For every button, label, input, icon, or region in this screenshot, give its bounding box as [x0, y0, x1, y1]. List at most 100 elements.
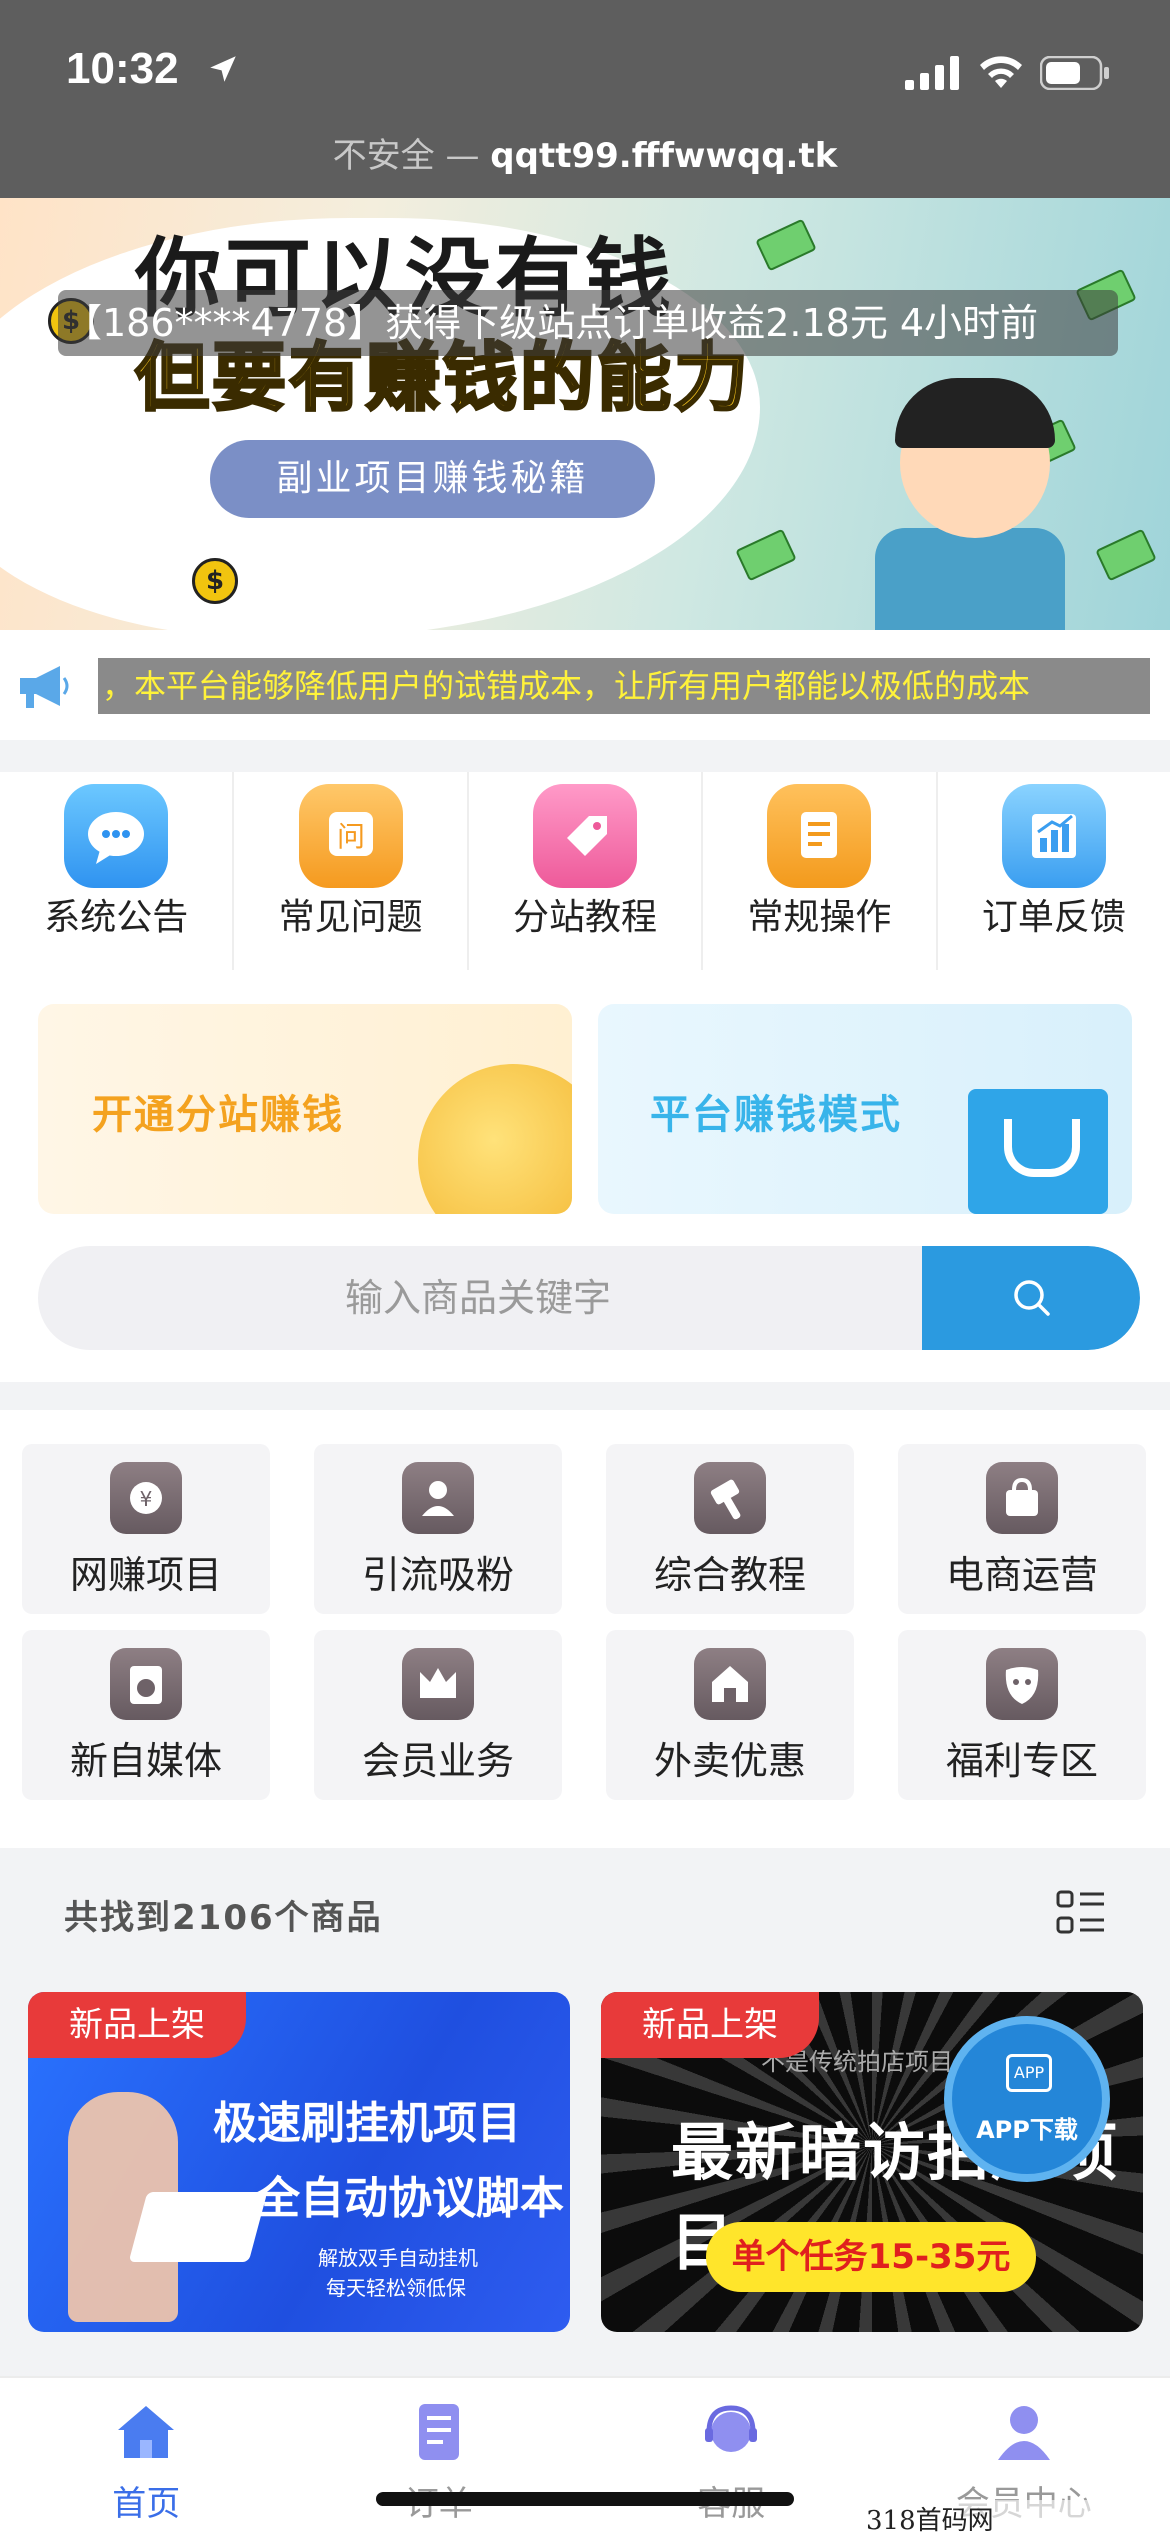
promo-section: 开通分站赚钱 平台赚钱模式 — [0, 970, 1170, 1382]
earning-model-label: 平台赚钱模式 — [650, 1092, 902, 1138]
search-input[interactable] — [38, 1246, 918, 1350]
search-bar — [38, 1246, 1140, 1350]
shopping-bag-icon — [968, 1089, 1108, 1214]
money-bill-icon — [735, 528, 797, 582]
new-product-badge: 新品上架 — [28, 1992, 246, 2058]
quick-nav-operations[interactable]: 常规操作 — [703, 772, 938, 972]
chart-icon — [1001, 784, 1106, 888]
category-label: 电商运营 — [945, 1553, 1098, 1597]
status-and-url-bar: 10:32 不安全 — qqtt99.fffwwqq.tk — [0, 0, 1170, 198]
category-item[interactable]: 福利专区 — [898, 1630, 1146, 1800]
quick-nav-system-notice[interactable]: 系统公告 — [0, 772, 235, 972]
quick-nav-label: 订单反馈 — [981, 897, 1126, 938]
category-item[interactable]: 综合教程 — [606, 1444, 854, 1614]
money-bill-icon — [1095, 528, 1157, 582]
address-bar[interactable]: 不安全 — qqtt99.fffwwqq.tk — [0, 128, 1170, 177]
status-time: 10:32 — [66, 44, 179, 93]
category-item[interactable]: ¥ 网赚项目 — [22, 1444, 270, 1614]
products-header: 共找到2106个商品 — [0, 1850, 1170, 1970]
product-subtitle-line2: 每天轻松领低保 — [326, 2276, 466, 2300]
quick-nav-label: 常见问题 — [278, 897, 423, 938]
category-item[interactable]: 外卖优惠 — [606, 1630, 854, 1800]
gold-coin-icon — [418, 1064, 572, 1214]
product-price-pill: 单个任务15-35元 — [706, 2222, 1036, 2292]
category-label: 网赚项目 — [69, 1553, 222, 1597]
chat-bubble-icon — [64, 784, 169, 888]
battery-icon — [1040, 56, 1109, 90]
illustration-hair — [895, 378, 1055, 448]
new-product-badge: 新品上架 — [601, 1992, 819, 2058]
tab-home[interactable]: 首页 — [0, 2378, 293, 2532]
app-download-button[interactable]: APP APP下载 — [944, 2016, 1110, 2182]
location-arrow-icon — [210, 56, 236, 82]
quick-nav: 系统公告 问 常见问题 分站教程 常规操作 订单反馈 — [0, 772, 1170, 972]
open-branch-card[interactable]: 开通分站赚钱 — [38, 1004, 572, 1214]
list-layout-toggle-icon[interactable] — [1056, 1888, 1106, 1938]
tab-label: 首页 — [112, 2484, 181, 2524]
quick-nav-label: 常规操作 — [747, 897, 892, 938]
open-branch-label: 开通分站赚钱 — [92, 1092, 344, 1138]
home-indicator — [376, 2492, 794, 2506]
crown-icon — [402, 1648, 474, 1720]
quick-nav-label: 分站教程 — [513, 897, 658, 938]
question-icon: 问 — [298, 784, 403, 888]
category-label: 引流吸粉 — [361, 1553, 514, 1597]
search-button[interactable] — [922, 1246, 1140, 1350]
tab-orders[interactable]: 订单 — [293, 2378, 586, 2532]
mask-icon — [986, 1648, 1058, 1720]
watermark-text: 318首码网 www.E318.com — [866, 2500, 1170, 2532]
home-icon — [118, 2406, 175, 2458]
app-icon: APP — [1006, 2054, 1052, 2092]
megaphone-icon — [20, 666, 69, 708]
hammer-icon — [694, 1462, 766, 1534]
product-title-line1: 极速刷挂机项目 — [213, 2098, 521, 2149]
headset-icon — [705, 2405, 758, 2452]
money-bill-icon — [755, 218, 817, 272]
bag-icon — [986, 1462, 1058, 1534]
quick-nav-label: 系统公告 — [44, 897, 189, 938]
announcement-marquee[interactable]: ，本平台能够降低用户的试错成本，让所有用户都能以极低的成本 — [0, 630, 1170, 740]
category-label: 新自媒体 — [69, 1739, 222, 1783]
category-label: 福利专区 — [945, 1739, 1098, 1783]
category-label: 会员业务 — [361, 1739, 514, 1783]
quick-nav-branch-tutorial[interactable]: 分站教程 — [469, 772, 704, 972]
category-label: 综合教程 — [653, 1553, 806, 1597]
wifi-icon — [980, 56, 1022, 88]
banner-button[interactable]: 副业项目赚钱秘籍 — [210, 440, 655, 518]
category-item[interactable]: 电商运营 — [898, 1444, 1146, 1614]
user-icon — [402, 1462, 474, 1534]
quick-nav-faq[interactable]: 问 常见问题 — [234, 772, 469, 972]
search-icon — [1014, 1280, 1050, 1316]
tag-icon — [533, 784, 638, 888]
category-grid: ¥ 网赚项目 引流吸粉 综合教程 电商运营 新自媒体 会员业务 外卖优惠 福利专… — [0, 1410, 1170, 1848]
dollar-coin-icon: $ — [192, 558, 238, 604]
product-title-line2: 全自动协议脚本 — [256, 2173, 564, 2224]
product-card[interactable]: 极速刷挂机项目 全自动协议脚本 解放双手自动挂机 每天轻松领低保 新品上架 — [28, 1992, 570, 2332]
product-subtitle-line1: 解放双手自动挂机 — [318, 2246, 478, 2270]
laptop-icon — [128, 2192, 268, 2262]
quick-nav-order-feedback[interactable]: 订单反馈 — [938, 772, 1170, 972]
illustration-body — [875, 528, 1065, 630]
insecure-label: 不安全 — — [332, 136, 480, 176]
earnings-toast: 【186****4778】获得下级站点订单收益2.18元 4小时前 — [58, 290, 1118, 356]
washer-icon — [110, 1648, 182, 1720]
category-item[interactable]: 会员业务 — [314, 1630, 562, 1800]
svg-text:¥: ¥ — [140, 1487, 153, 1511]
hero-banner[interactable]: $ $ 你可以没有钱 但要有赚钱的能力 副业项目赚钱秘籍 — [0, 198, 1170, 630]
marquee-text: ，本平台能够降低用户的试错成本，让所有用户都能以极低的成本 — [98, 658, 1150, 714]
category-item[interactable]: 引流吸粉 — [314, 1444, 562, 1614]
app-download-label: APP下载 — [976, 2116, 1078, 2144]
yen-coin-icon: ¥ — [110, 1462, 182, 1534]
shop-icon — [694, 1648, 766, 1720]
product-count: 共找到2106个商品 — [64, 1898, 383, 1938]
url-host: qqtt99.fffwwqq.tk — [490, 136, 838, 176]
category-item[interactable]: 新自媒体 — [22, 1630, 270, 1800]
tab-customer-service[interactable]: 客服 — [585, 2378, 878, 2532]
order-list-icon — [418, 2404, 459, 2460]
category-label: 外卖优惠 — [653, 1739, 806, 1783]
cellular-signal-icon — [905, 56, 959, 90]
member-icon — [997, 2406, 1050, 2460]
earning-model-card[interactable]: 平台赚钱模式 — [598, 1004, 1132, 1214]
svg-text:问: 问 — [337, 820, 365, 853]
document-icon — [767, 784, 872, 888]
